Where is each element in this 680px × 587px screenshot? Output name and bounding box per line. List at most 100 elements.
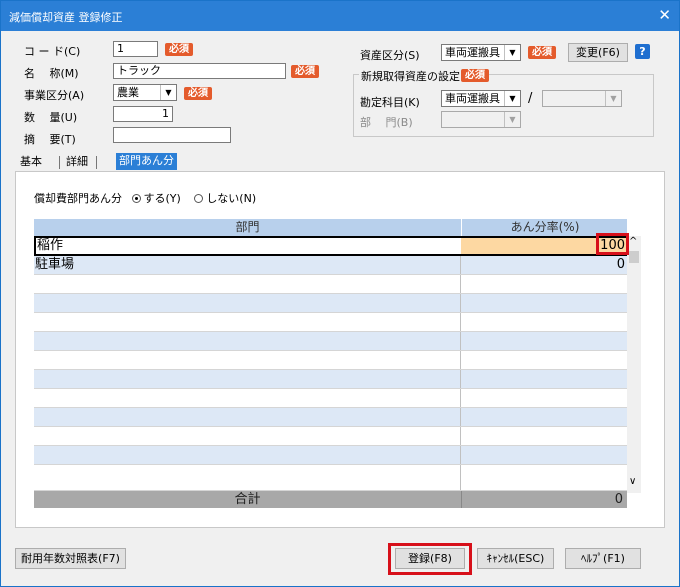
table-row[interactable] — [34, 294, 627, 313]
tab-divider — [59, 156, 60, 169]
scroll-thumb[interactable] — [629, 251, 639, 263]
radio-yes-label: する(Y) — [143, 192, 181, 205]
required-badge: 必須 — [184, 87, 212, 100]
row-ratio[interactable] — [461, 351, 627, 369]
separator-slash: / — [528, 91, 533, 106]
dialog-window: 減価償却資産 登録修正 ✕ コ ー ド(C) 1 必須 名 称(M) トラック … — [0, 0, 680, 587]
register-button[interactable]: 登録(F8) — [395, 548, 465, 569]
radio-no[interactable]: しない(N) — [194, 192, 256, 205]
row-ratio[interactable] — [461, 389, 627, 407]
name-input[interactable]: トラック — [113, 63, 286, 79]
chevron-down-icon: ▼ — [160, 85, 176, 100]
business-value: 農業 — [117, 86, 139, 99]
row-department[interactable] — [34, 294, 461, 312]
table-row[interactable] — [34, 370, 627, 389]
tab-divider — [96, 156, 97, 169]
row-ratio[interactable] — [461, 313, 627, 331]
useful-life-table-button[interactable]: 耐用年数対照表(F7) — [15, 548, 126, 569]
table-row[interactable] — [34, 465, 627, 491]
row-ratio[interactable]: 100 — [461, 238, 627, 254]
scroll-up-icon[interactable]: ^ — [629, 236, 637, 247]
table-row[interactable] — [34, 332, 627, 351]
radio-no-icon — [194, 194, 204, 203]
row-department[interactable] — [34, 332, 461, 350]
allocation-label: 償却費部門あん分 — [34, 192, 122, 205]
row-department[interactable] — [34, 427, 461, 445]
row-department[interactable]: 稲作 — [36, 238, 463, 254]
row-ratio[interactable] — [461, 294, 627, 312]
tab-basic[interactable]: 基本 — [20, 154, 42, 170]
row-department[interactable] — [34, 408, 461, 426]
row-department[interactable] — [34, 275, 461, 293]
quantity-label: 数 量(U) — [24, 111, 78, 124]
row-ratio[interactable] — [461, 408, 627, 426]
change-button[interactable]: 変更(F6) — [568, 43, 628, 62]
row-department[interactable] — [34, 446, 461, 464]
table-row[interactable] — [34, 351, 627, 370]
row-department[interactable] — [34, 389, 461, 407]
row-department[interactable]: 駐車場 — [34, 256, 461, 274]
total-label: 合計 — [234, 492, 261, 507]
title-bar: 減価償却資産 登録修正 ✕ — [1, 1, 679, 31]
chevron-down-icon: ▼ — [504, 91, 520, 106]
account-select[interactable]: 車両運搬具 ▼ — [441, 90, 521, 107]
table-row[interactable] — [34, 389, 627, 408]
row-ratio[interactable] — [461, 275, 627, 293]
department-label: 部 門(B) — [360, 116, 413, 129]
chevron-down-icon: ▼ — [605, 91, 621, 106]
table-row[interactable] — [34, 427, 627, 446]
header-ratio: あん分率(%) — [461, 219, 628, 236]
table-row[interactable] — [34, 313, 627, 332]
table-row[interactable] — [34, 446, 627, 465]
scroll-down-icon[interactable]: ∨ — [629, 476, 636, 487]
row-ratio[interactable] — [461, 465, 627, 483]
table-row[interactable] — [34, 275, 627, 294]
row-ratio[interactable] — [461, 446, 627, 464]
vertical-scrollbar[interactable]: ^ ∨ — [627, 236, 641, 493]
business-select[interactable]: 農業 ▼ — [113, 84, 177, 101]
quantity-input[interactable]: 1 — [113, 106, 173, 122]
row-department[interactable] — [34, 313, 461, 331]
table-row[interactable] — [34, 408, 627, 427]
sub-account-select[interactable]: ▼ — [542, 90, 622, 107]
radio-no-label: しない(N) — [206, 192, 257, 205]
help-icon[interactable]: ? — [635, 44, 650, 59]
summary-input[interactable] — [113, 127, 231, 143]
row-department[interactable] — [34, 370, 461, 388]
header-department: 部門 — [235, 220, 260, 234]
asset-class-value: 車両運搬具 — [445, 46, 500, 59]
row-ratio[interactable] — [461, 332, 627, 350]
name-label: 名 称(M) — [24, 67, 79, 80]
row-ratio[interactable] — [461, 427, 627, 445]
help-button[interactable]: ﾍﾙﾌﾟ(F1) — [565, 548, 641, 569]
summary-label: 摘 要(T) — [24, 133, 76, 146]
table-row[interactable]: 稲作 100 — [34, 236, 627, 256]
row-ratio[interactable]: 0 — [461, 256, 627, 274]
department-select[interactable]: ▼ — [441, 111, 521, 128]
chevron-down-icon: ▼ — [504, 45, 520, 60]
grid-header: 部門 あん分率(%) — [34, 219, 627, 236]
tab-detail[interactable]: 詳細 — [66, 154, 88, 170]
required-badge: 必須 — [291, 65, 319, 78]
required-badge: 必須 — [461, 69, 489, 82]
required-badge: 必須 — [528, 46, 556, 59]
cancel-button[interactable]: ｷｬﾝｾﾙ(ESC) — [477, 548, 554, 569]
code-input[interactable]: 1 — [113, 41, 158, 57]
account-value: 車両運搬具 — [445, 92, 500, 105]
required-badge: 必須 — [165, 43, 193, 56]
row-department[interactable] — [34, 465, 461, 490]
row-department[interactable] — [34, 351, 461, 369]
radio-yes[interactable]: する(Y) — [131, 192, 181, 205]
asset-class-select[interactable]: 車両運搬具 ▼ — [441, 44, 521, 61]
code-label: コ ー ド(C) — [24, 45, 81, 58]
total-value: 0 — [461, 491, 627, 508]
tab-dept-allocation[interactable]: 部門あん分 — [116, 153, 177, 170]
allocation-option-row: 償却費部門あん分 する(Y) しない(N) — [34, 190, 256, 206]
table-row[interactable]: 駐車場 0 — [34, 256, 627, 275]
business-label: 事業区分(A) — [24, 89, 85, 102]
row-ratio[interactable] — [461, 370, 627, 388]
chevron-down-icon: ▼ — [504, 112, 520, 127]
account-label: 勘定科目(K) — [360, 96, 420, 109]
new-asset-group-title: 新規取得資産の設定 — [359, 68, 462, 84]
close-icon[interactable]: ✕ — [658, 6, 671, 24]
